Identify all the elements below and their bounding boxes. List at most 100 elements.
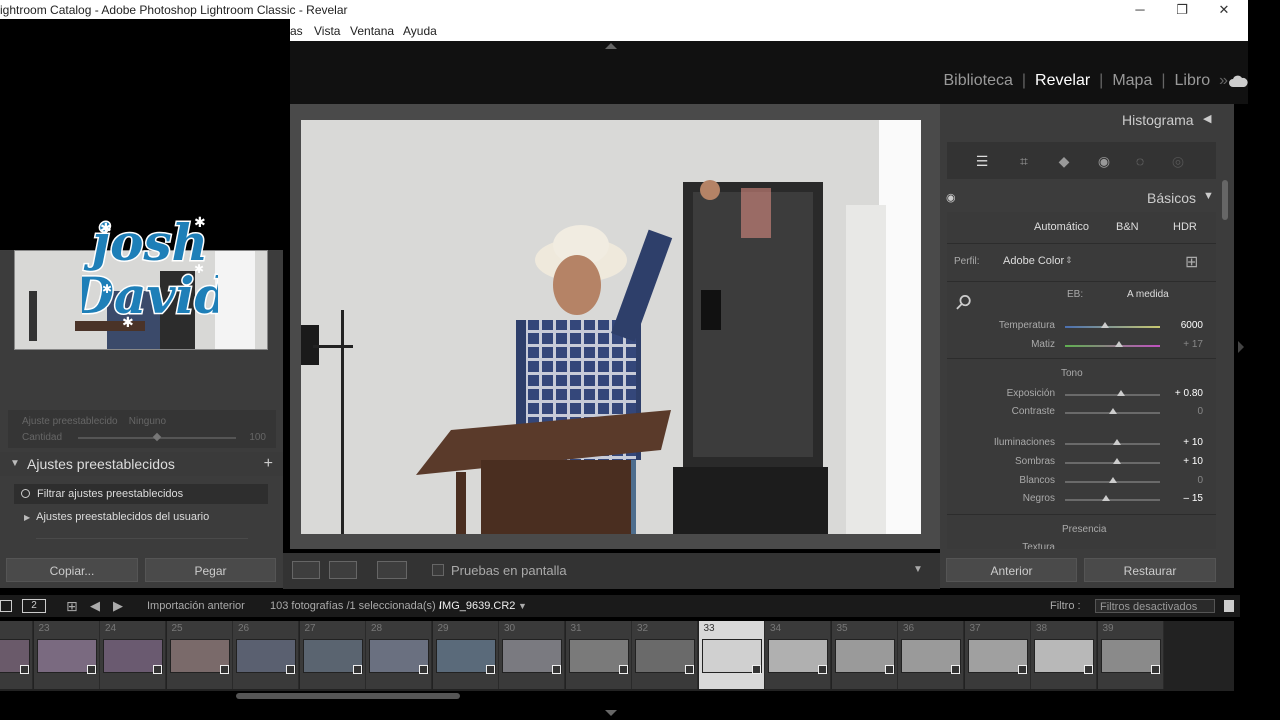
filmstrip-cell[interactable]: 29 [432, 621, 499, 689]
paste-button[interactable]: Pegar [145, 558, 276, 582]
menu-item-vista[interactable]: Vista [314, 21, 340, 41]
toolbar-menu-chevron-icon[interactable]: ▼ [913, 564, 923, 575]
crop-icon[interactable]: ⌗ [1015, 152, 1033, 170]
close-button[interactable]: ✕ [1204, 0, 1244, 21]
filmstrip-cell[interactable]: 28 [366, 621, 432, 689]
filmstrip-cell[interactable]: 34 [765, 621, 831, 689]
treatment-hdr[interactable]: HDR [1173, 221, 1197, 233]
filmstrip-cell[interactable]: 32 [632, 621, 698, 689]
back-arrow-icon[interactable]: ◀ [90, 595, 100, 617]
highlights-thumb[interactable] [1113, 439, 1122, 445]
highlights-value[interactable]: + 10 [1163, 437, 1203, 448]
filmstrip-cell[interactable]: 33 [698, 621, 765, 689]
presets-section-header[interactable]: ▼ Ajustes preestablecidos + [0, 452, 283, 476]
temperature-slider[interactable] [1065, 326, 1160, 328]
exposure-thumb[interactable] [1117, 390, 1126, 396]
preset-filter-input[interactable]: Filtrar ajustes preestablecidos [14, 484, 268, 504]
module-more-icon[interactable]: » [1219, 72, 1228, 90]
filmstrip-cell[interactable]: 23 [33, 621, 100, 689]
tint-slider[interactable] [1065, 345, 1160, 347]
shadows-thumb[interactable] [1113, 458, 1122, 464]
eraser-icon[interactable]: ◆ [1055, 152, 1073, 170]
filmstrip-cell[interactable]: 24 [100, 621, 166, 689]
histogram-collapse-icon[interactable]: ◀ [1203, 112, 1211, 125]
filmstrip-cell[interactable]: 39 [1097, 621, 1164, 689]
tint-value[interactable]: + 17 [1163, 339, 1203, 350]
blacks-slider[interactable] [1065, 499, 1160, 501]
loupe-view-icon[interactable] [292, 561, 320, 579]
filmstrip-cell[interactable]: 35 [831, 621, 898, 689]
blacks-value[interactable]: – 15 [1163, 493, 1203, 504]
filmstrip-cell[interactable]: 36 [898, 621, 964, 689]
module-revelar[interactable]: Revelar [1026, 72, 1099, 90]
treatment-bw[interactable]: B&N [1116, 221, 1139, 233]
before-after-yy-icon[interactable] [377, 561, 407, 579]
collapse-top-arrow-icon[interactable] [605, 43, 617, 49]
before-after-lr-icon[interactable] [329, 561, 357, 579]
filmstrip-cell[interactable]: 30 [499, 621, 565, 689]
module-biblioteca[interactable]: Biblioteca [935, 72, 1022, 90]
treatment-auto[interactable]: Automático [1034, 221, 1089, 233]
module-mapa[interactable]: Mapa [1103, 72, 1161, 90]
filename-dropdown-icon[interactable]: ▼ [518, 595, 527, 617]
blacks-thumb[interactable] [1101, 495, 1110, 501]
temperature-thumb[interactable] [1100, 322, 1109, 328]
contrast-value[interactable]: 0 [1163, 406, 1203, 417]
module-libro[interactable]: Libro [1166, 72, 1220, 90]
exposure-slider[interactable] [1065, 394, 1160, 396]
profile-dropdown[interactable]: Adobe Color [1003, 255, 1064, 267]
forward-arrow-icon[interactable]: ▶ [113, 595, 123, 617]
minimize-button[interactable]: ─ [1120, 0, 1160, 21]
contrast-thumb[interactable] [1108, 408, 1117, 414]
filename[interactable]: IMG_9639.CR2 [439, 595, 515, 617]
filmstrip-cell[interactable]: 27 [299, 621, 366, 689]
previous-button[interactable]: Anterior [946, 558, 1077, 582]
copy-button[interactable]: Copiar... [6, 558, 138, 582]
amount-slider-thumb[interactable] [152, 432, 162, 442]
filter-lock-icon[interactable] [1224, 600, 1234, 612]
screen-1-icon[interactable] [0, 600, 12, 612]
eye-icon[interactable]: ◉ [946, 191, 956, 204]
profile-dropdown-icon[interactable]: ⇕ [1065, 255, 1073, 266]
cloud-icon[interactable] [1228, 74, 1248, 88]
histogram-header[interactable]: Histograma [1122, 112, 1194, 128]
sliders-icon[interactable]: ☰ [973, 152, 991, 170]
maximize-button[interactable]: ❐ [1162, 0, 1202, 21]
filmstrip-cell[interactable]: 25 [166, 621, 233, 689]
collapse-bottom-arrow-icon[interactable] [605, 710, 617, 716]
whites-value[interactable]: 0 [1163, 475, 1203, 486]
user-presets-folder[interactable]: ▶ Ajustes preestablecidos del usuario [24, 511, 209, 523]
right-panel-scrollbar[interactable] [1222, 180, 1228, 220]
soft-proofing-checkbox[interactable] [432, 564, 444, 576]
basics-header[interactable]: Básicos [1147, 190, 1196, 206]
source-label[interactable]: Importación anterior [147, 595, 245, 617]
red-eye-icon[interactable]: ◉ [1095, 152, 1113, 170]
filmstrip-cell[interactable]: 31 [565, 621, 632, 689]
whites-label: Blancos [1019, 475, 1055, 486]
reset-button[interactable]: Restaurar [1084, 558, 1216, 582]
temperature-value[interactable]: 6000 [1163, 320, 1203, 331]
cell-number: 35 [836, 623, 848, 634]
filmstrip-cell[interactable]: 22 [0, 621, 33, 689]
shadows-value[interactable]: + 10 [1163, 456, 1203, 467]
add-preset-icon[interactable]: + [264, 452, 273, 476]
filmstrip-cell[interactable]: 37 [964, 621, 1031, 689]
filmstrip-cell[interactable]: 26 [233, 621, 299, 689]
menu-item-ventana[interactable]: Ventana [350, 21, 394, 41]
basics-collapse-icon[interactable]: ▼ [1203, 190, 1214, 202]
menu-item-partial[interactable]: as [290, 21, 303, 41]
mask-icon[interactable]: ◌ [1131, 152, 1149, 170]
grid-view-icon[interactable]: ⊞ [66, 595, 78, 617]
wb-dropdown[interactable]: A medida [1127, 289, 1169, 300]
filter-dropdown[interactable]: Filtros desactivados [1095, 599, 1215, 613]
filmstrip-cell[interactable]: 38 [1031, 621, 1097, 689]
collapse-right-arrow-icon[interactable] [1238, 341, 1244, 353]
photo-preview[interactable] [301, 120, 921, 534]
profile-browser-grid-icon[interactable]: ⊞ [1185, 252, 1198, 272]
filmstrip-scrollbar[interactable] [236, 693, 460, 699]
tint-thumb[interactable] [1115, 341, 1124, 347]
screen-2-icon[interactable]: 2 [22, 599, 46, 613]
whites-thumb[interactable] [1108, 477, 1117, 483]
exposure-value[interactable]: + 0.80 [1163, 388, 1203, 399]
menu-item-ayuda[interactable]: Ayuda [403, 21, 437, 41]
